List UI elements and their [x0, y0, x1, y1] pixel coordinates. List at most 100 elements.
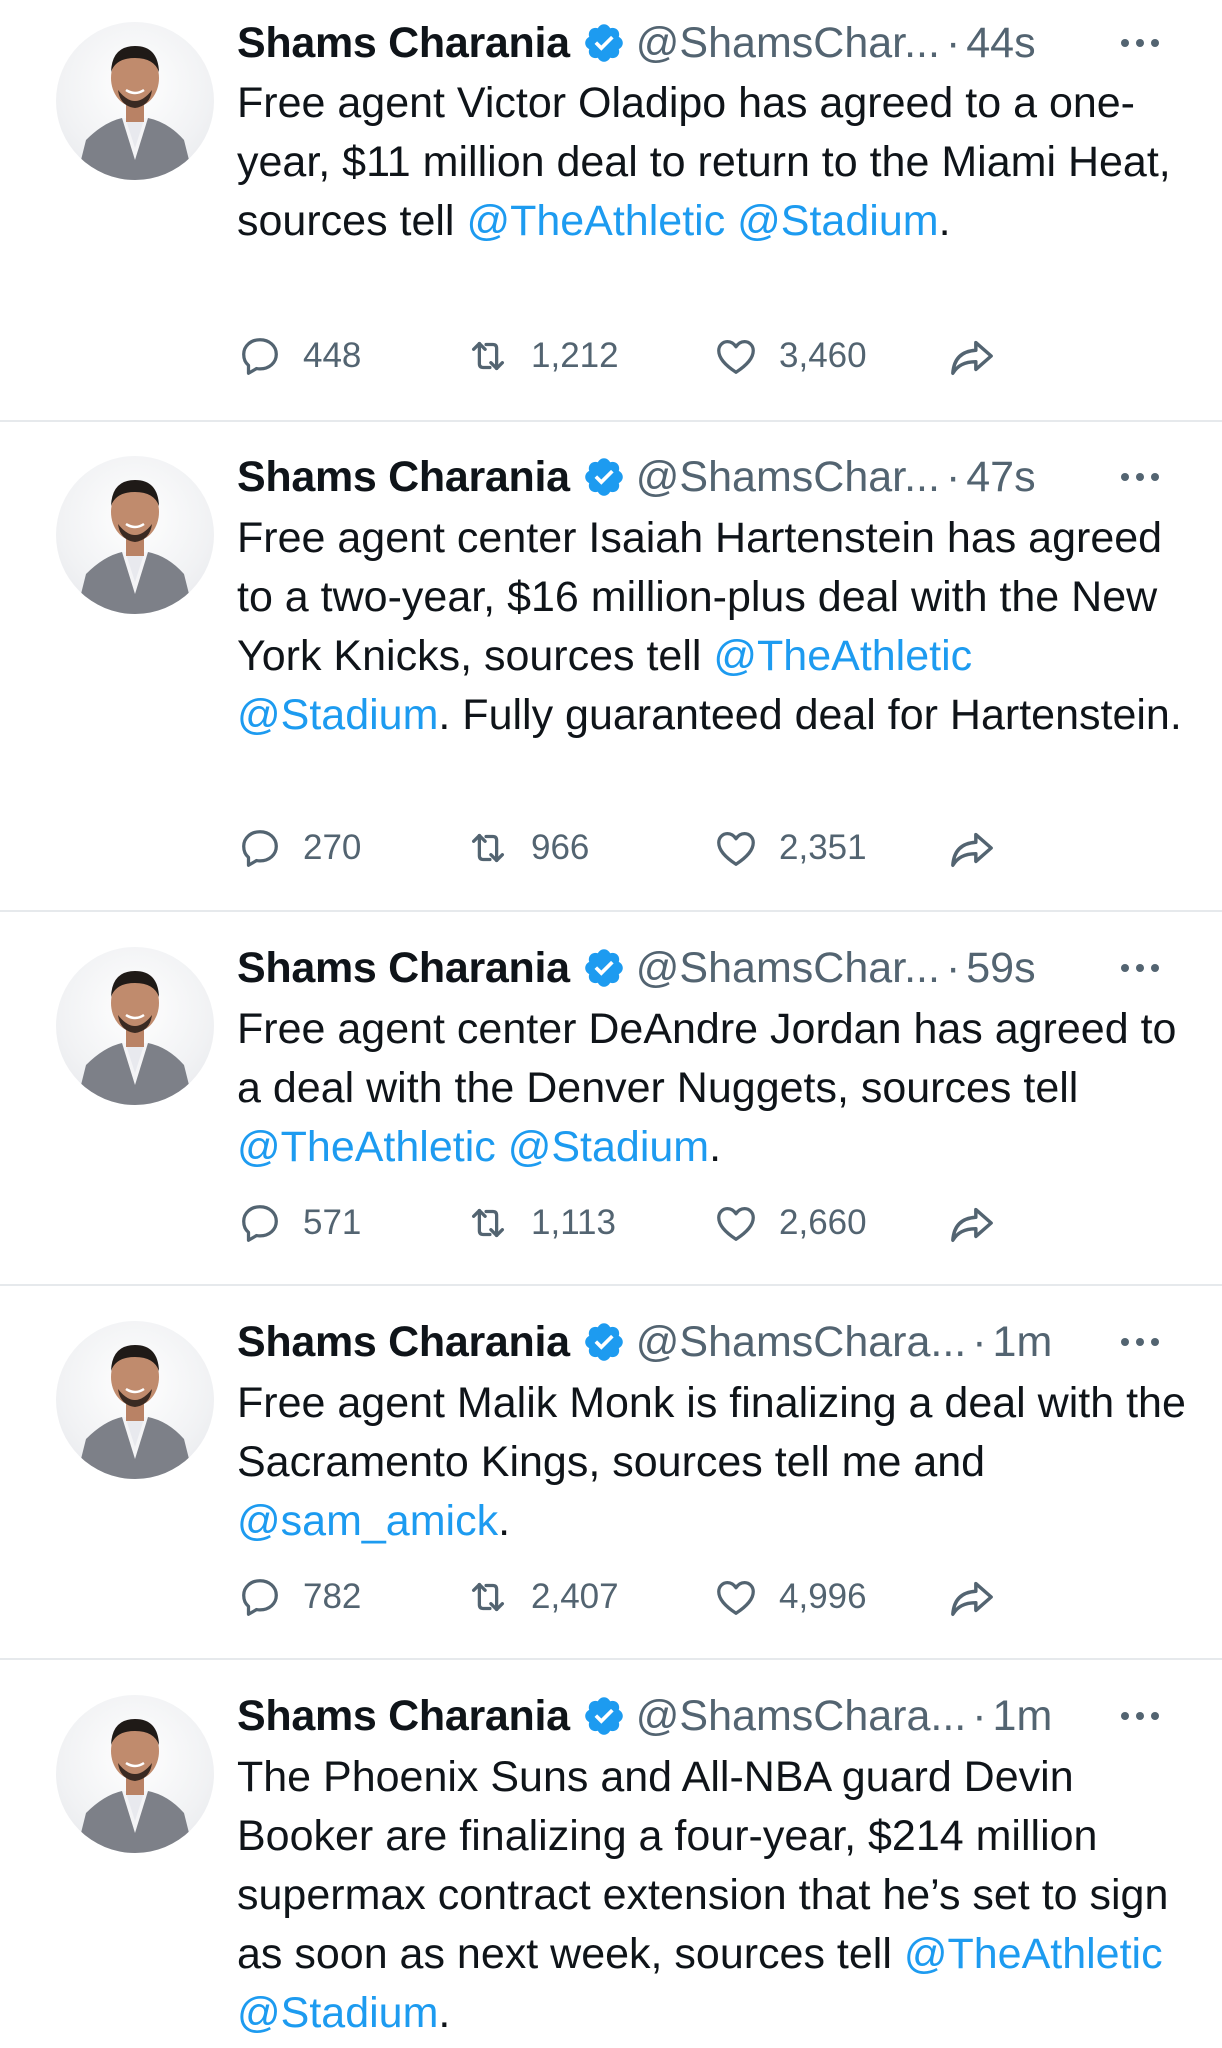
reply-count: 270 [303, 828, 362, 867]
reply-button[interactable]: 448 [237, 326, 361, 386]
more-icon[interactable] [1118, 961, 1162, 975]
author-handle[interactable]: @ShamsChar... [636, 944, 940, 993]
retweet-icon [465, 825, 511, 871]
avatar[interactable] [56, 456, 214, 614]
tweet-text-segment: . [938, 197, 951, 245]
like-icon [713, 1200, 759, 1246]
divider [0, 1284, 1222, 1286]
tweet-text: Free agent center Isaiah Hartenstein has… [237, 509, 1187, 745]
author-name[interactable]: Shams Charania [237, 944, 570, 993]
retweet-button[interactable]: 1,113 [465, 1193, 616, 1253]
avatar[interactable] [56, 1321, 214, 1479]
more-icon[interactable] [1118, 36, 1162, 50]
retweet-count: 1,113 [531, 1203, 616, 1242]
avatar[interactable] [56, 22, 214, 180]
timestamp[interactable]: 1m [993, 1692, 1053, 1741]
retweet-count: 966 [531, 828, 590, 867]
tweet-text: Free agent Victor Oladipo has agreed to … [237, 74, 1187, 251]
tweet-text: Free agent Malik Monk is finalizing a de… [237, 1374, 1187, 1551]
like-icon [713, 825, 759, 871]
reply-icon [237, 1574, 283, 1620]
separator-dot: · [945, 18, 961, 67]
retweet-button[interactable]: 966 [465, 818, 589, 878]
tweet-text-segment: . [438, 1989, 451, 2037]
author-handle[interactable]: @ShamsChara... [636, 1318, 966, 1367]
timestamp[interactable]: 59s [966, 944, 1035, 993]
separator-dot: · [972, 1691, 987, 1740]
tweet-actions: 571 1,113 2,660 [237, 1193, 1037, 1253]
divider [0, 1658, 1222, 1660]
divider [0, 420, 1222, 422]
share-button[interactable] [946, 1567, 998, 1627]
tweet-text-segment [725, 197, 737, 245]
more-icon[interactable] [1118, 1709, 1162, 1723]
like-icon [713, 1574, 759, 1620]
tweet-header: Shams Charania @ShamsChar... · 59s [237, 938, 1222, 998]
tweet-text-segment: Free agent center Isaiah Hartenstein has… [237, 514, 1163, 680]
mention-link[interactable]: @sam_amick [237, 1497, 498, 1545]
retweet-icon [465, 1200, 511, 1246]
share-button[interactable] [946, 326, 998, 386]
like-count: 4,996 [779, 1577, 867, 1616]
tweet-text-segment: . [709, 1123, 722, 1171]
retweet-button[interactable]: 1,212 [465, 326, 619, 386]
tweet-header: Shams Charania @ShamsChar... · 47s [237, 447, 1222, 507]
timestamp[interactable]: 47s [966, 453, 1035, 502]
author-handle[interactable]: @ShamsChara... [636, 1692, 966, 1741]
reply-icon [237, 333, 283, 379]
reply-button[interactable]: 571 [237, 1193, 361, 1253]
reply-button[interactable]: 270 [237, 818, 361, 878]
tweet-text-segment [496, 1123, 508, 1171]
tweet-text-segment: Free agent center DeAndre Jordan has agr… [237, 1005, 1177, 1112]
share-button[interactable] [946, 1193, 998, 1253]
retweet-button[interactable]: 2,407 [465, 1567, 619, 1627]
timestamp[interactable]: 44s [966, 19, 1035, 68]
like-button[interactable]: 3,460 [713, 326, 867, 386]
avatar[interactable] [56, 947, 214, 1105]
like-count: 2,351 [779, 828, 867, 867]
reply-count: 571 [303, 1203, 362, 1242]
mention-link[interactable]: @Stadium [237, 1989, 438, 2037]
share-button[interactable] [946, 818, 998, 878]
author-name[interactable]: Shams Charania [237, 19, 570, 68]
verified-badge-icon [582, 946, 626, 990]
author-handle[interactable]: @ShamsChar... [636, 453, 940, 502]
mention-link[interactable]: @Stadium [508, 1123, 709, 1171]
separator-dot: · [945, 452, 961, 501]
timestamp[interactable]: 1m [993, 1318, 1053, 1367]
tweet-actions: 448 1,212 3,460 [237, 326, 1037, 386]
author-handle[interactable]: @ShamsChar... [636, 19, 940, 68]
more-icon[interactable] [1118, 470, 1162, 484]
tweet-text-segment: . [498, 1497, 511, 1545]
like-button[interactable]: 4,996 [713, 1567, 867, 1627]
mention-link[interactable]: @Stadium [237, 691, 438, 739]
mention-link[interactable]: @TheAthletic [904, 1930, 1163, 1978]
author-name[interactable]: Shams Charania [237, 1318, 570, 1367]
like-count: 3,460 [779, 336, 867, 375]
reply-button[interactable]: 782 [237, 1567, 361, 1627]
separator-dot: · [945, 943, 961, 992]
reply-count: 448 [303, 336, 362, 375]
avatar[interactable] [56, 1695, 214, 1853]
tweet-actions: 270 966 2,351 [237, 818, 1037, 878]
tweet-text-segment: . Fully guaranteed deal for Hartenstein. [438, 691, 1182, 739]
verified-badge-icon [582, 1694, 626, 1738]
tweet-text: The Phoenix Suns and All-NBA guard Devin… [237, 1748, 1187, 2043]
more-icon[interactable] [1118, 1335, 1162, 1349]
tweet-header: Shams Charania @ShamsChara... · 1m [237, 1312, 1222, 1372]
verified-badge-icon [582, 455, 626, 499]
author-name[interactable]: Shams Charania [237, 1692, 570, 1741]
author-name[interactable]: Shams Charania [237, 453, 570, 502]
share-icon [946, 1200, 998, 1246]
mention-link[interactable]: @TheAthletic [237, 1123, 496, 1171]
like-button[interactable]: 2,351 [713, 818, 867, 878]
retweet-count: 1,212 [531, 336, 619, 375]
like-button[interactable]: 2,660 [713, 1193, 867, 1253]
mention-link[interactable]: @TheAthletic [466, 197, 725, 245]
retweet-icon [465, 1574, 511, 1620]
divider [0, 910, 1222, 912]
retweet-count: 2,407 [531, 1577, 619, 1616]
mention-link[interactable]: @TheAthletic [713, 632, 972, 680]
tweet-text-segment: Free agent Malik Monk is finalizing a de… [237, 1379, 1186, 1486]
mention-link[interactable]: @Stadium [737, 197, 938, 245]
